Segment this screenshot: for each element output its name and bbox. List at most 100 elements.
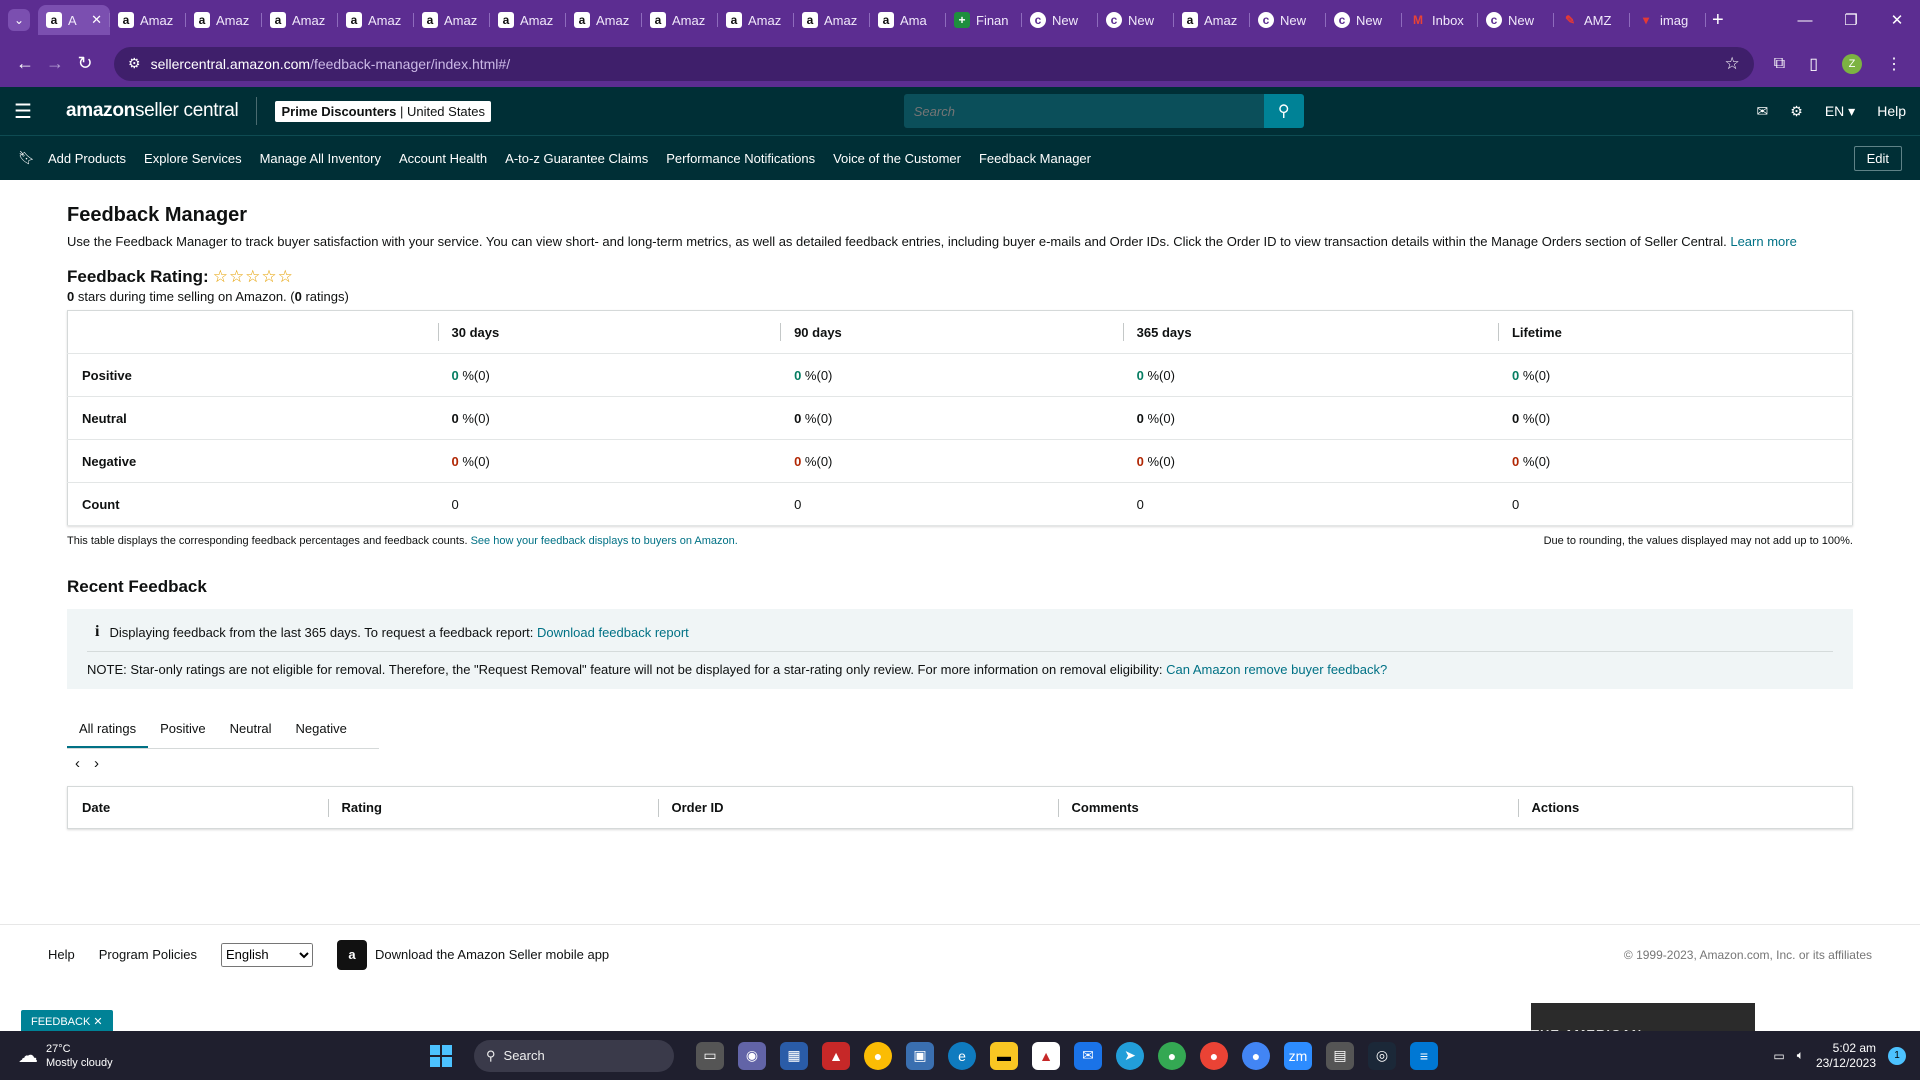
browser-tab[interactable]: a Amaz bbox=[338, 5, 414, 35]
edge-icon[interactable]: e bbox=[948, 1041, 976, 1070]
nav-link[interactable]: Manage All Inventory bbox=[260, 151, 381, 166]
zoom-icon[interactable]: zm bbox=[1284, 1041, 1312, 1070]
tab-all-ratings[interactable]: All ratings bbox=[67, 713, 149, 748]
forward-icon[interactable]: → bbox=[40, 53, 70, 74]
see-feedback-display-link[interactable]: See how your feedback displays to buyers… bbox=[471, 535, 738, 547]
steam-icon[interactable]: ◎ bbox=[1368, 1041, 1396, 1070]
chrome-profile-1-icon[interactable]: ● bbox=[1158, 1041, 1186, 1070]
footer-help-link[interactable]: Help bbox=[48, 947, 75, 962]
browser-tab[interactable]: c New bbox=[1022, 5, 1098, 35]
extensions-icon[interactable]: ⧉ bbox=[1774, 55, 1785, 73]
prev-page-icon[interactable]: ‹ bbox=[75, 755, 80, 772]
browser-menu-icon[interactable]: ⋮ bbox=[1886, 54, 1902, 74]
tab-neutral[interactable]: Neutral bbox=[218, 713, 284, 748]
nav-link[interactable]: Explore Services bbox=[144, 151, 242, 166]
side-panel-icon[interactable]: ▯ bbox=[1809, 54, 1818, 74]
program-policies-link[interactable]: Program Policies bbox=[99, 947, 197, 962]
chrome-profile-2-icon[interactable]: ● bbox=[1200, 1041, 1228, 1070]
url-field[interactable]: ⚙ sellercentral.amazon.com/feedback-mana… bbox=[114, 46, 1754, 81]
bookmark-star-icon[interactable]: ☆ bbox=[1725, 54, 1740, 74]
next-page-icon[interactable]: › bbox=[94, 755, 99, 772]
browser-tab[interactable]: + Finan bbox=[946, 5, 1022, 35]
file-explorer-icon[interactable]: ▬ bbox=[990, 1041, 1018, 1070]
chrome-profile-3-icon[interactable]: ● bbox=[1242, 1041, 1270, 1070]
browser-tab[interactable]: a Amaz bbox=[794, 5, 870, 35]
minimize-icon[interactable]: — bbox=[1782, 0, 1828, 40]
help-link[interactable]: Help bbox=[1877, 103, 1906, 119]
nav-link[interactable]: Voice of the Customer bbox=[833, 151, 961, 166]
chat-icon[interactable]: ◉ bbox=[738, 1041, 766, 1070]
seller-app-icon[interactable]: a bbox=[337, 939, 368, 970]
notes-icon[interactable]: ≡ bbox=[1410, 1041, 1438, 1070]
search-input[interactable] bbox=[903, 94, 1264, 128]
browser-tab[interactable]: c New bbox=[1478, 5, 1554, 35]
reload-icon[interactable]: ↻ bbox=[70, 53, 100, 74]
new-tab-button[interactable]: + bbox=[1712, 9, 1724, 32]
browser-tab[interactable]: c New bbox=[1098, 5, 1174, 35]
browser-tab[interactable]: a Amaz bbox=[186, 5, 262, 35]
browser-tab[interactable]: a Ama bbox=[870, 5, 946, 35]
learn-more-link[interactable]: Learn more bbox=[1730, 234, 1796, 249]
hamburger-menu-icon[interactable]: ☰ bbox=[14, 99, 50, 124]
browser-tab[interactable]: ✎ AMZ bbox=[1554, 5, 1630, 35]
tab-close-icon[interactable]: ✕ bbox=[91, 12, 102, 28]
chrome-icon[interactable]: ● bbox=[864, 1041, 892, 1070]
restore-icon[interactable]: ❐ bbox=[1828, 0, 1874, 40]
clock[interactable]: 5:02 am 23/12/2023 bbox=[1816, 1041, 1876, 1071]
account-switcher[interactable]: Prime Discounters | United States bbox=[275, 100, 491, 122]
browser-tab[interactable]: a Amaz bbox=[642, 5, 718, 35]
site-info-icon[interactable]: ⚙ bbox=[128, 55, 141, 72]
browser-tab[interactable]: a Amaz bbox=[718, 5, 794, 35]
chart-app-2-icon[interactable]: ▲ bbox=[1032, 1041, 1060, 1070]
metrics-note: This table displays the corresponding fe… bbox=[67, 535, 1853, 547]
telegram-icon[interactable]: ➤ bbox=[1116, 1041, 1144, 1070]
mail-app-icon[interactable]: ✉ bbox=[1074, 1041, 1102, 1070]
mail-icon[interactable]: ✉ bbox=[1757, 103, 1769, 120]
browser-tab[interactable]: a Amaz bbox=[414, 5, 490, 35]
task-view-icon[interactable]: ▭ bbox=[696, 1041, 724, 1070]
nav-link[interactable]: Feedback Manager bbox=[979, 151, 1091, 166]
back-icon[interactable]: ← bbox=[10, 53, 40, 74]
tab-negative[interactable]: Negative bbox=[284, 713, 359, 748]
browser-tab[interactable]: a Amaz bbox=[566, 5, 642, 35]
browser-tab[interactable]: a Amaz bbox=[110, 5, 186, 35]
search-button[interactable]: ⚲ bbox=[1263, 94, 1304, 128]
removal-help-link[interactable]: Can Amazon remove buyer feedback? bbox=[1166, 662, 1387, 677]
seller-central-logo[interactable]: amazon seller central bbox=[66, 97, 258, 125]
tab-positive[interactable]: Positive bbox=[148, 713, 218, 748]
language-selector[interactable]: EN ▾ bbox=[1825, 103, 1855, 120]
download-app-link[interactable]: Download the Amazon Seller mobile app bbox=[375, 947, 609, 962]
browser-tab[interactable]: a Amaz bbox=[490, 5, 566, 35]
browser-tab[interactable]: a A ✕ bbox=[38, 5, 110, 35]
close-window-icon[interactable]: ✕ bbox=[1874, 0, 1920, 40]
browser-tab[interactable]: M Inbox bbox=[1402, 5, 1478, 35]
volume-icon[interactable]: 🔈︎ bbox=[1797, 1048, 1804, 1063]
notification-badge[interactable]: 1 bbox=[1888, 1046, 1906, 1065]
nav-link[interactable]: Add Products bbox=[48, 151, 126, 166]
profile-avatar[interactable]: Z bbox=[1842, 53, 1862, 74]
tab-favicon-icon: a bbox=[878, 12, 894, 28]
weather-widget[interactable]: ☁ 27°C Mostly cloudy bbox=[0, 1042, 430, 1070]
nav-link[interactable]: A-to-z Guarantee Claims bbox=[505, 151, 648, 166]
remote-desktop-icon[interactable]: ▣ bbox=[906, 1041, 934, 1070]
chart-app-icon[interactable]: ▲ bbox=[822, 1041, 850, 1070]
tab-search-icon[interactable]: ⌄ bbox=[8, 9, 30, 31]
store-icon[interactable]: ▦ bbox=[780, 1041, 808, 1070]
settings-gear-icon[interactable]: ⚙ bbox=[1790, 103, 1803, 120]
nav-link[interactable]: Performance Notifications bbox=[666, 151, 815, 166]
calculator-icon[interactable]: ▤ bbox=[1326, 1041, 1354, 1070]
bookmark-icon[interactable]: 🔖︎ bbox=[18, 150, 48, 166]
start-button[interactable] bbox=[430, 1044, 452, 1067]
network-icon[interactable]: ▭ bbox=[1773, 1049, 1784, 1063]
nav-link[interactable]: Account Health bbox=[399, 151, 487, 166]
footer-language-select[interactable]: English bbox=[221, 942, 314, 967]
browser-tab[interactable]: a Amaz bbox=[262, 5, 338, 35]
browser-tab[interactable]: c New bbox=[1326, 5, 1402, 35]
taskbar-search[interactable]: ⚲ Search bbox=[474, 1039, 674, 1072]
browser-tab[interactable]: a Amaz bbox=[1174, 5, 1250, 35]
feedback-tag-button[interactable]: FEEDBACK ✕ bbox=[21, 1010, 113, 1033]
browser-tab[interactable]: ▾ imag bbox=[1630, 5, 1706, 35]
edit-nav-button[interactable]: Edit bbox=[1853, 145, 1902, 171]
download-report-link[interactable]: Download feedback report bbox=[537, 625, 689, 640]
browser-tab[interactable]: c New bbox=[1250, 5, 1326, 35]
